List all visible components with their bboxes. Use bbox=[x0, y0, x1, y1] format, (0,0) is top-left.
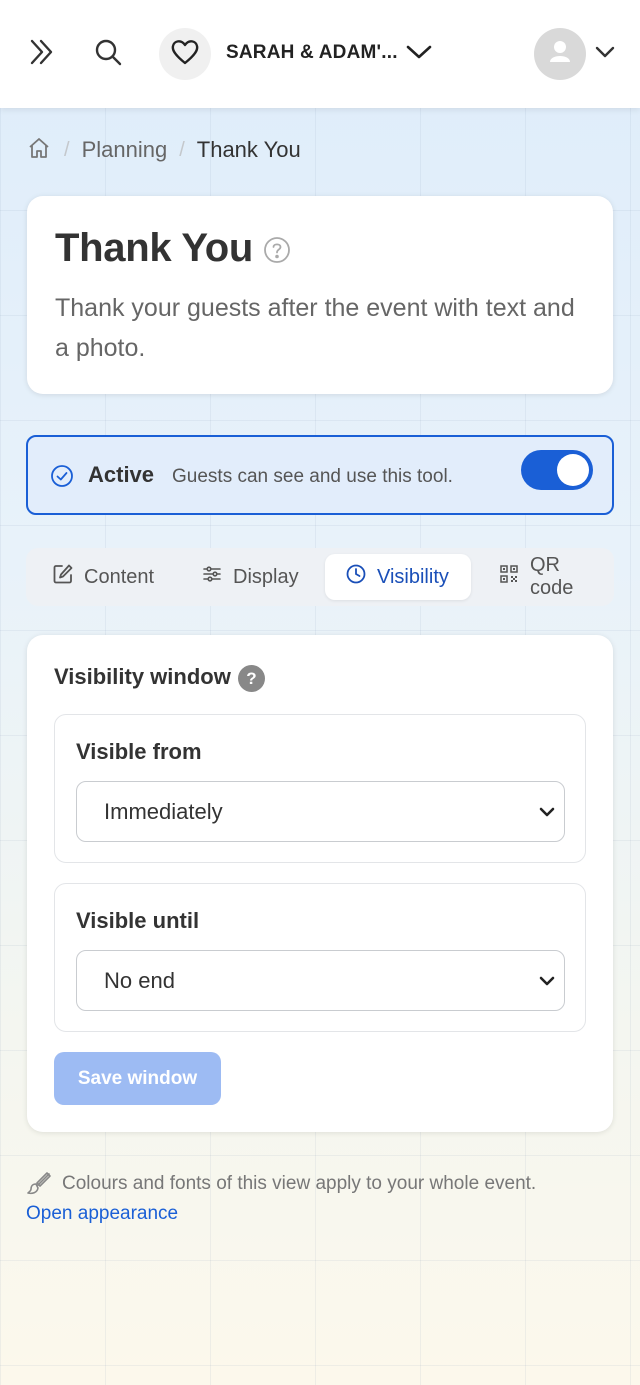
visible-until-value: No end bbox=[104, 967, 175, 993]
check-circle-icon bbox=[50, 464, 74, 488]
visibility-card: Visibility window ? Visible from Immedia… bbox=[27, 635, 613, 1132]
breadcrumb-current: Thank You bbox=[196, 137, 301, 162]
sliders-icon bbox=[201, 563, 233, 591]
tab-qr-code[interactable]: QR code bbox=[486, 554, 614, 600]
breadcrumb-planning[interactable]: Planning bbox=[82, 137, 168, 163]
section-title: Visibility window bbox=[54, 664, 231, 689]
paintbrush-icon bbox=[26, 1171, 52, 1197]
chevron-down-icon bbox=[536, 970, 558, 992]
chevron-down-icon bbox=[406, 44, 432, 65]
top-bar: SARAH & ADAM'... bbox=[0, 0, 640, 108]
expand-sidebar-button[interactable] bbox=[22, 34, 62, 74]
user-avatar[interactable] bbox=[534, 28, 586, 80]
visible-from-label: Visible from bbox=[76, 739, 202, 764]
tab-label: Visibility bbox=[377, 565, 449, 588]
page-description: Thank your guests after the event with t… bbox=[55, 294, 575, 362]
tool-tabs: Content Display Visibility QR code bbox=[26, 548, 614, 606]
page-header-card: Thank You Thank your guests after the ev… bbox=[27, 196, 613, 394]
visible-from-field: Visible from Immediately bbox=[54, 714, 586, 863]
event-switcher-heart[interactable] bbox=[159, 28, 211, 80]
visible-from-value: Immediately bbox=[104, 798, 223, 824]
tab-display[interactable]: Display bbox=[189, 554, 311, 600]
breadcrumb-separator: / bbox=[64, 138, 70, 161]
event-name[interactable]: SARAH & ADAM'... bbox=[226, 42, 398, 64]
appearance-note: Colours and fonts of this view apply to … bbox=[26, 1171, 536, 1197]
tab-content[interactable]: Content bbox=[40, 554, 166, 600]
appearance-note-text: Colours and fonts of this view apply to … bbox=[62, 1173, 537, 1194]
save-window-button[interactable]: Save window bbox=[54, 1052, 221, 1105]
double-chevron-right-icon bbox=[27, 37, 57, 72]
edit-icon bbox=[52, 563, 84, 591]
search-button[interactable] bbox=[88, 34, 128, 74]
tab-label: QR code bbox=[530, 554, 574, 599]
status-label: Active bbox=[88, 462, 155, 487]
tab-label: Display bbox=[233, 565, 299, 588]
search-icon bbox=[93, 37, 123, 72]
chevron-down-icon bbox=[536, 801, 558, 823]
breadcrumb-separator: / bbox=[179, 138, 185, 161]
help-circle-icon[interactable] bbox=[263, 236, 291, 264]
breadcrumb-home[interactable] bbox=[26, 137, 52, 163]
home-icon bbox=[27, 136, 51, 165]
help-icon[interactable]: ? bbox=[238, 665, 265, 692]
visible-until-select[interactable]: No end bbox=[76, 950, 565, 1011]
tab-visibility[interactable]: Visibility bbox=[325, 554, 471, 600]
active-toggle[interactable] bbox=[521, 450, 593, 490]
qr-code-icon bbox=[498, 563, 530, 591]
user-avatar-icon bbox=[534, 28, 586, 80]
tab-label: Content bbox=[84, 565, 155, 588]
open-appearance-link[interactable]: Open appearance bbox=[26, 1203, 178, 1225]
breadcrumb: / Planning / Thank You bbox=[26, 134, 301, 166]
visible-until-field: Visible until No end bbox=[54, 883, 586, 1032]
status-hint: Guests can see and use this tool. bbox=[172, 466, 453, 487]
page-title: Thank You bbox=[55, 226, 254, 270]
chevron-down-icon bbox=[595, 45, 615, 63]
event-menu-button[interactable] bbox=[404, 40, 434, 68]
toggle-knob bbox=[557, 454, 589, 486]
account-menu-button[interactable] bbox=[593, 42, 617, 66]
status-banner: Active Guests can see and use this tool. bbox=[26, 435, 614, 515]
clock-icon bbox=[345, 563, 377, 591]
visible-from-select[interactable]: Immediately bbox=[76, 781, 565, 842]
heart-icon bbox=[171, 39, 199, 70]
visible-until-label: Visible until bbox=[76, 908, 200, 933]
